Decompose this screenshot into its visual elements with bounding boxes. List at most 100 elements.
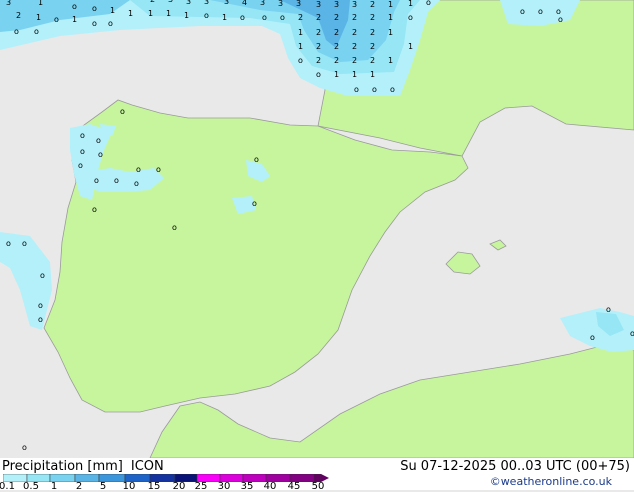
rain-label: 1 (72, 15, 77, 24)
rain-label: 3 (224, 0, 229, 6)
rain-label: 3 (296, 0, 301, 8)
rain-label: o (204, 11, 209, 20)
legend-tick-label: 0.5 (23, 481, 39, 492)
rain-label: o (34, 27, 39, 36)
rain-label: o (120, 107, 125, 116)
rain-label: o (390, 85, 395, 94)
rain-label: o (92, 4, 97, 13)
map-title: Precipitation [mm] ICON (2, 459, 164, 474)
legend-tick-label: 2 (75, 481, 83, 492)
rain-label: o (298, 56, 303, 65)
rain-label: 1 (38, 0, 43, 7)
legend-tick-label: 40 (263, 481, 277, 492)
rain-label: o (40, 271, 45, 280)
rain-label: 1 (408, 0, 413, 8)
rain-label: o (280, 13, 285, 22)
rain-label: 2 (370, 28, 375, 37)
rain-label: o (316, 70, 321, 79)
rain-label: o (538, 7, 543, 16)
rain-label: 4 (242, 0, 247, 7)
rain-label: 1 (298, 28, 303, 37)
rain-label: 3 (204, 0, 209, 6)
rain-label: o (14, 27, 19, 36)
rain-label: o (22, 443, 27, 452)
rain-label: o (520, 7, 525, 16)
rain-label: 3 (352, 0, 357, 9)
rain-label: 2 (352, 13, 357, 22)
rain-label: o (78, 161, 83, 170)
rain-label: 3 (316, 0, 321, 9)
rain-label: o (92, 19, 97, 28)
legend-tick-label: 50 (311, 481, 325, 492)
rain-label: 1 (370, 70, 375, 79)
rain-label: o (262, 13, 267, 22)
rain-label: 2 (370, 0, 375, 9)
rain-label: o (96, 136, 101, 145)
rain-label: o (172, 223, 177, 232)
rain-label: o (408, 13, 413, 22)
legend-tick-label: 25 (194, 481, 208, 492)
rain-label: 1 (184, 11, 189, 20)
rain-label: o (252, 199, 257, 208)
rain-label: o (80, 131, 85, 140)
rain-label: o (372, 85, 377, 94)
rain-label: 3 (6, 0, 11, 7)
credit-link[interactable]: ©weatheronline.co.uk (490, 475, 612, 488)
rain-label: o (54, 15, 59, 24)
rain-label: 2 (316, 42, 321, 51)
legend-tick-label: 30 (217, 481, 231, 492)
rain-label: 2 (298, 13, 303, 22)
rain-label: 1 (110, 6, 115, 15)
rain-label: 1 (388, 56, 393, 65)
legend-tick-label: 15 (147, 481, 161, 492)
rain-label: 1 (222, 13, 227, 22)
weather-map: 31oo11111o1o233334333333211o21o1oooooo22… (0, 0, 634, 459)
rain-label: 2 (334, 13, 339, 22)
rain-label: o (254, 155, 259, 164)
rain-label: 2 (370, 56, 375, 65)
rain-label: o (590, 333, 595, 342)
valid-time: Su 07-12-2025 00..03 UTC (00+75) (400, 459, 630, 474)
rain-label: 2 (334, 42, 339, 51)
rain-label: 2 (352, 56, 357, 65)
rain-label: 2 (352, 28, 357, 37)
rain-label: 1 (388, 0, 393, 9)
rain-label: o (558, 15, 563, 24)
rain-label: o (606, 305, 611, 314)
rain-label: o (426, 0, 431, 7)
rain-label: 3 (260, 0, 265, 7)
rain-label: o (22, 239, 27, 248)
model-name: ICON (130, 459, 164, 474)
rain-label: 2 (316, 28, 321, 37)
rain-label: 3 (278, 0, 283, 8)
rain-label: 1 (408, 42, 413, 51)
rain-label: o (38, 301, 43, 310)
rain-label: o (38, 315, 43, 324)
rain-label: 1 (388, 28, 393, 37)
rain-label: 1 (128, 9, 133, 18)
rain-label: o (156, 165, 161, 174)
map-canvas: 31oo11111o1o233334333333211o21o1oooooo22… (0, 0, 634, 459)
rain-label: 1 (36, 13, 41, 22)
legend-tick-label: 35 (240, 481, 254, 492)
rain-label: o (108, 19, 113, 28)
rain-label: o (114, 176, 119, 185)
legend-footer: Precipitation [mm] ICON Su 07-12-2025 00.… (0, 458, 634, 492)
rain-label: 2 (370, 42, 375, 51)
rain-label: o (92, 205, 97, 214)
rain-label: o (94, 176, 99, 185)
rain-label: 2 (370, 13, 375, 22)
rain-label: 3 (334, 0, 339, 9)
rain-label: o (136, 165, 141, 174)
rain-label: o (72, 2, 77, 11)
rain-label: o (354, 85, 359, 94)
rain-label: 1 (166, 9, 171, 18)
rain-label: 1 (352, 70, 357, 79)
legend-tick-label: 0.1 (0, 481, 15, 492)
rain-label: 1 (148, 9, 153, 18)
legend-tick-label: 20 (172, 481, 186, 492)
rain-label: 1 (388, 13, 393, 22)
rain-label: 1 (298, 42, 303, 51)
rain-label: o (134, 179, 139, 188)
rain-label: 2 (316, 13, 321, 22)
